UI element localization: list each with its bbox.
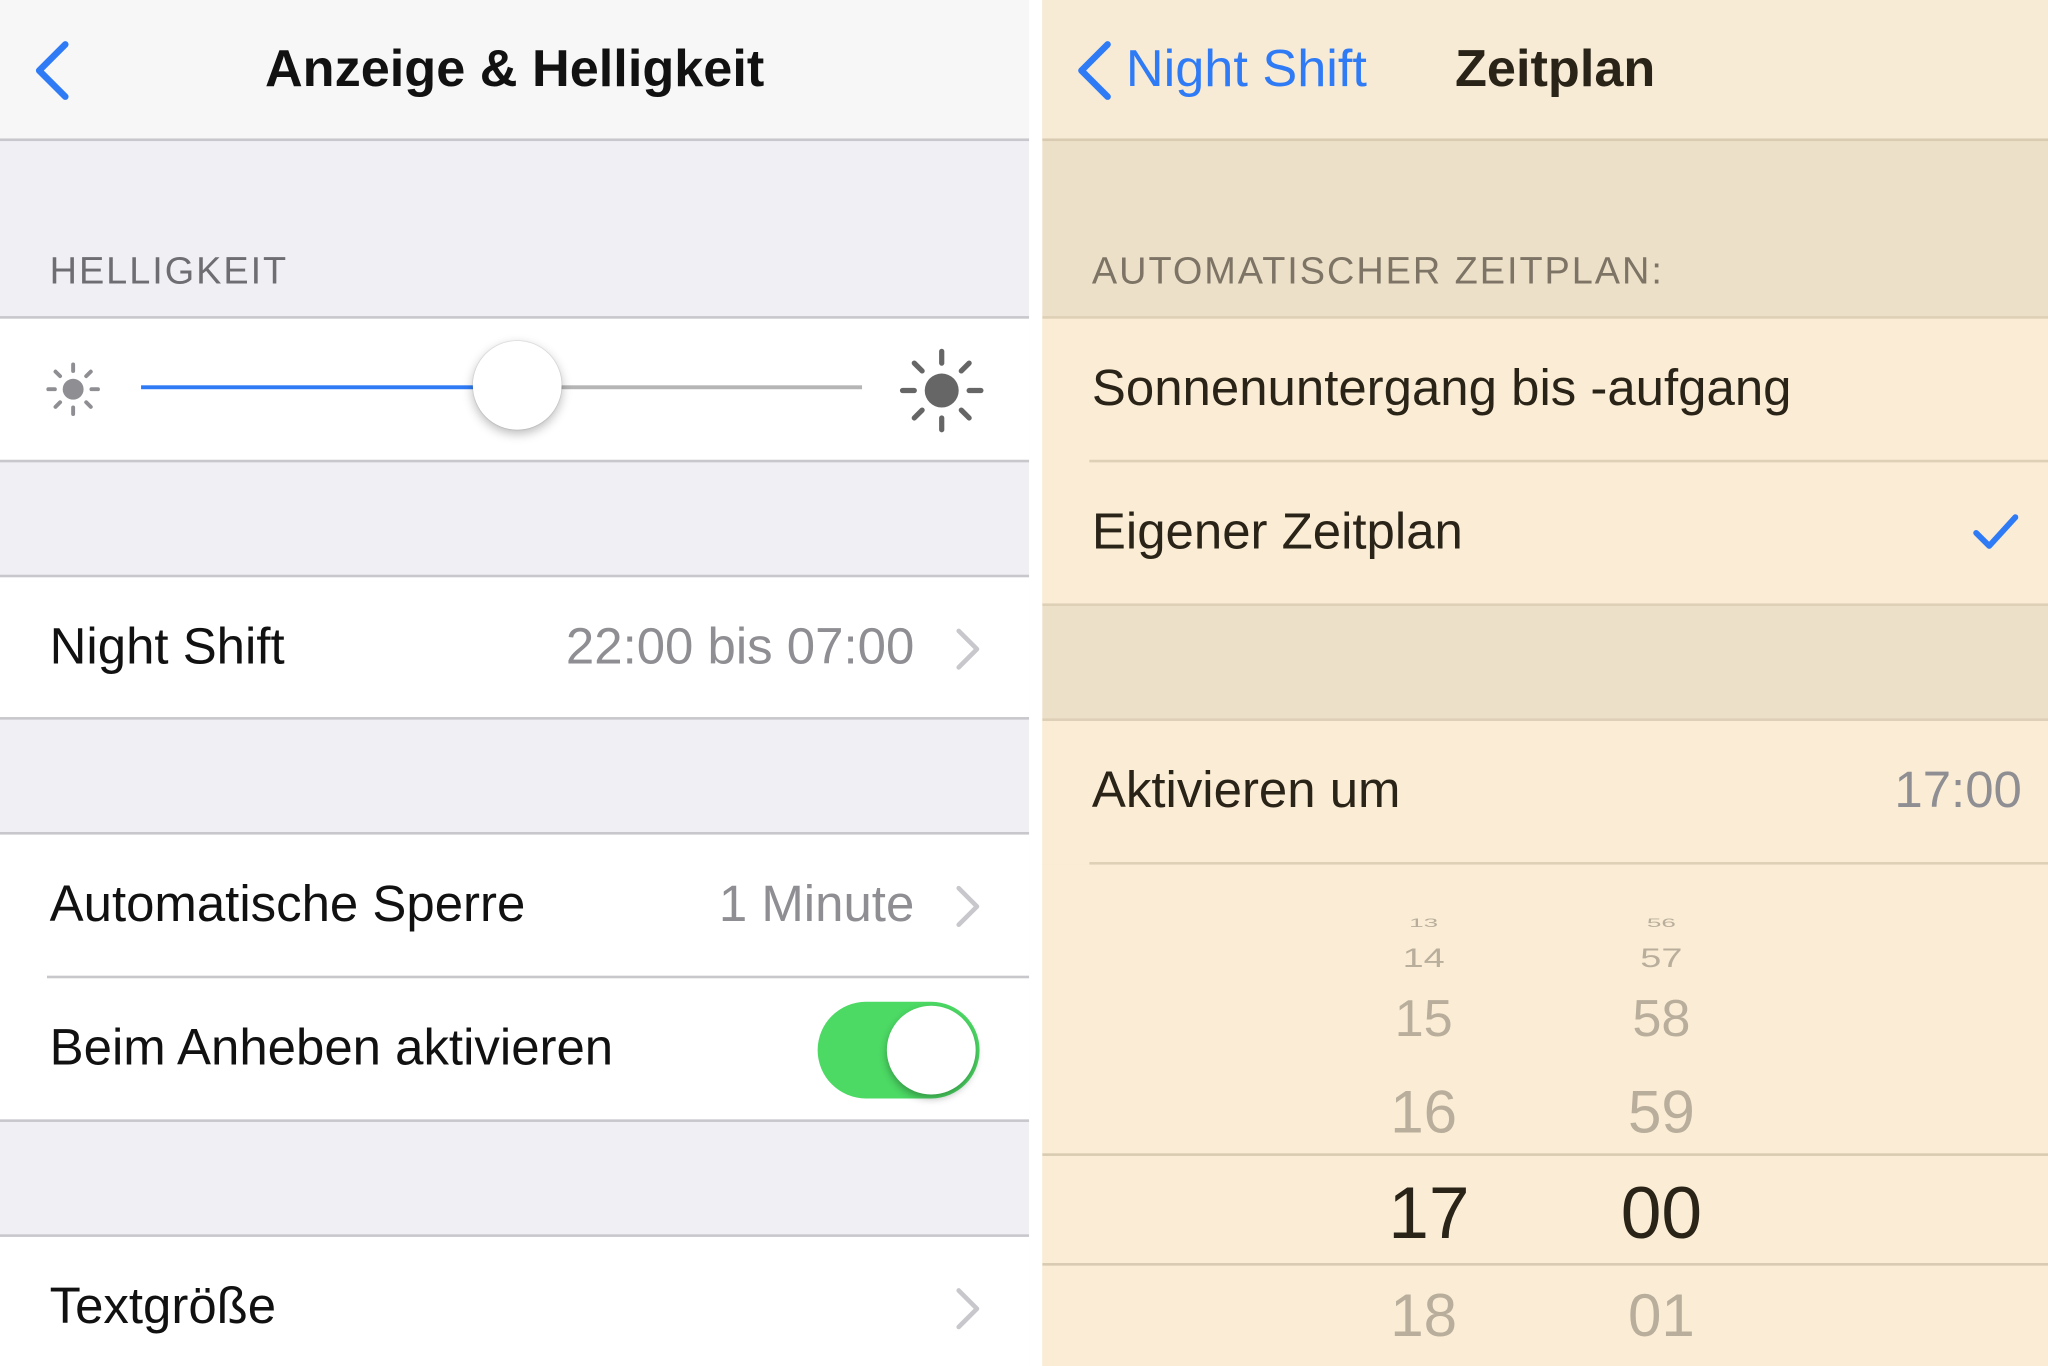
toggle-knob [886, 1005, 976, 1095]
raise-to-wake-row: Beim Anheben aktivieren [0, 978, 1029, 1122]
picker-selection-bottom [1042, 1263, 2048, 1266]
picker-hour-item[interactable]: 13 [1345, 917, 1502, 931]
picker-minute-item[interactable]: 59 [1583, 1076, 1740, 1147]
navigation-bar: Anzeige & Helligkeit [0, 0, 1030, 142]
auto-lock-label: Automatische Sperre [49, 876, 526, 933]
chevron-left-icon[interactable] [1068, 39, 1120, 102]
schedule-screen: Night Shift Zeitplan AUTOMATISCHER ZEITP… [1042, 0, 2048, 1366]
brightness-section-header: HELLIGKEIT [49, 250, 289, 293]
night-shift-value: 22:00 bis 07:00 [565, 619, 915, 676]
checkmark-icon [1973, 514, 2019, 549]
picker-hour-item[interactable]: 15 [1345, 990, 1502, 1049]
raise-to-wake-toggle[interactable] [817, 1001, 980, 1099]
picker-minute-item[interactable]: 01 [1583, 1280, 1740, 1351]
slider-track-empty[interactable] [519, 385, 863, 390]
chevron-right-icon [956, 1288, 980, 1330]
chevron-right-icon [956, 628, 980, 670]
text-size-label: Textgröße [49, 1278, 277, 1335]
picker-minute-item[interactable]: 57 [1583, 944, 1740, 974]
auto-lock-value: 1 Minute [718, 876, 915, 933]
picker-minute-item[interactable]: 56 [1583, 917, 1740, 931]
navigation-bar: Night Shift Zeitplan [1042, 0, 2048, 142]
raise-to-wake-label: Beim Anheben aktivieren [49, 1020, 614, 1077]
picker-hour-item[interactable]: 16 [1345, 1076, 1502, 1147]
time-picker[interactable]: 13 14 15 16 17 18 56 57 58 59 00 01 [1042, 864, 2048, 1366]
page-title: Anzeige & Helligkeit [264, 40, 765, 98]
text-size-cell[interactable]: Textgröße [0, 1234, 1030, 1366]
picker-hour-item[interactable]: 18 [1345, 1280, 1502, 1351]
picker-minute-item[interactable]: 58 [1583, 990, 1740, 1049]
back-button[interactable]: Night Shift [1126, 0, 1367, 138]
activate-value: 17:00 [1894, 762, 2022, 819]
schedule-section-header: AUTOMATISCHER ZEITPLAN: [1091, 250, 1664, 293]
option-sunset-row[interactable]: Sonnenuntergang bis -aufgang [1042, 319, 2048, 461]
sun-large-icon [899, 348, 984, 433]
brightness-slider-thumb[interactable] [472, 340, 562, 430]
chevron-right-icon [956, 885, 980, 928]
panel-divider [1029, 0, 1043, 1366]
page-title: Zeitplan [1455, 40, 1656, 98]
option-custom-label: Eigener Zeitplan [1091, 504, 1463, 561]
night-shift-cell[interactable]: Night Shift 22:00 bis 07:00 [0, 574, 1030, 720]
lock-settings-group: Automatische Sperre 1 Minute Beim Anhebe… [0, 831, 1030, 1122]
option-sunset-label: Sonnenuntergang bis -aufgang [1091, 360, 1792, 417]
option-custom-row[interactable]: Eigener Zeitplan [1042, 462, 2048, 606]
brightness-cell [0, 316, 1030, 463]
picker-minute-selected[interactable]: 00 [1583, 1170, 1740, 1255]
schedule-options-group: Sonnenuntergang bis -aufgang Eigener Zei… [1042, 316, 2048, 607]
picker-hour-selected[interactable]: 17 [1351, 1170, 1508, 1255]
auto-lock-row[interactable]: Automatische Sperre 1 Minute [0, 835, 1029, 977]
activate-cell[interactable]: Aktivieren um 17:00 [1042, 718, 2048, 865]
night-shift-label: Night Shift [49, 619, 285, 676]
picker-hour-item[interactable]: 14 [1345, 944, 1502, 974]
display-brightness-screen: Anzeige & Helligkeit HELLIGKEIT Night Sh… [0, 0, 1030, 1366]
sun-small-icon [46, 362, 100, 416]
picker-selection-top [1042, 1153, 2048, 1156]
activate-label: Aktivieren um [1091, 762, 1401, 819]
slider-track-filled[interactable] [141, 385, 520, 390]
